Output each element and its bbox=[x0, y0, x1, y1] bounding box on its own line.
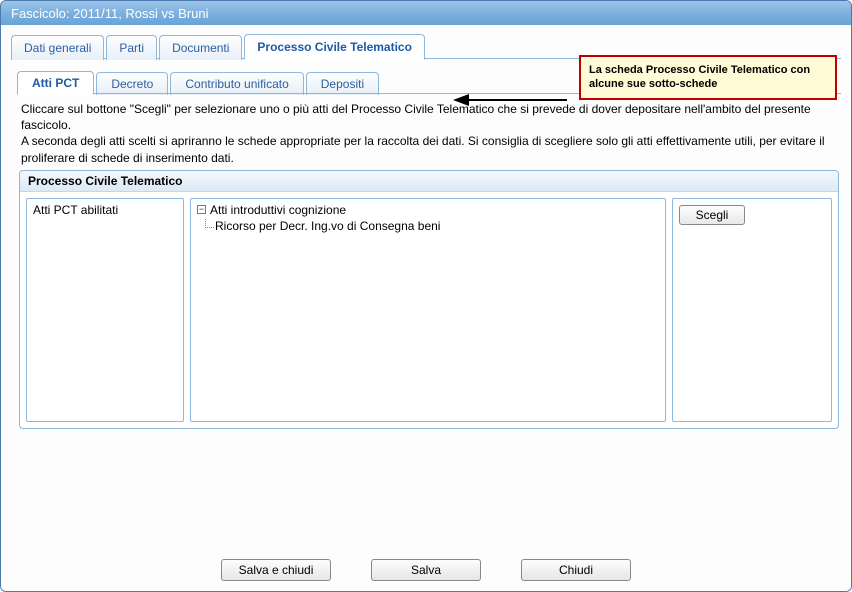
tree-root-node[interactable]: − Atti introduttivi cognizione bbox=[197, 203, 659, 217]
subtab-contributo-unificato[interactable]: Contributo unificato bbox=[170, 72, 303, 95]
tab-documenti[interactable]: Documenti bbox=[159, 35, 242, 60]
close-button[interactable]: Chiudi bbox=[521, 559, 631, 581]
window-title: Fascicolo: 2011/11, Rossi vs Bruni bbox=[11, 6, 209, 21]
tree-collapse-icon[interactable]: − bbox=[197, 205, 206, 214]
instructions: Cliccare sul bottone "Scegli" per selezi… bbox=[17, 95, 841, 170]
tree-child-node[interactable]: Ricorso per Decr. Ing.vo di Consegna ben… bbox=[215, 219, 659, 233]
subtab-atti-pct[interactable]: Atti PCT bbox=[17, 71, 94, 95]
tab-dati-generali[interactable]: Dati generali bbox=[11, 35, 104, 60]
tree-root-label: Atti introduttivi cognizione bbox=[210, 203, 346, 217]
choose-panel: Scegli bbox=[672, 198, 832, 422]
tab-processo-civile-telematico[interactable]: Processo Civile Telematico bbox=[244, 34, 425, 60]
callout-text: La scheda Processo Civile Telematico con… bbox=[589, 64, 810, 90]
instructions-line2: A seconda degli atti scelti si apriranno… bbox=[21, 133, 837, 165]
tab-parti[interactable]: Parti bbox=[106, 35, 157, 60]
enabled-atti-panel: Atti PCT abilitati bbox=[26, 198, 184, 422]
enabled-atti-label: Atti PCT abilitati bbox=[33, 203, 118, 217]
subtab-decreto[interactable]: Decreto bbox=[96, 72, 168, 95]
atti-tree[interactable]: − Atti introduttivi cognizione Ricorso p… bbox=[190, 198, 666, 422]
save-and-close-button[interactable]: Salva e chiudi bbox=[221, 559, 331, 581]
choose-button[interactable]: Scegli bbox=[679, 205, 745, 225]
subtab-depositi[interactable]: Depositi bbox=[306, 72, 379, 95]
group-title: Processo Civile Telematico bbox=[20, 171, 838, 192]
save-button[interactable]: Salva bbox=[371, 559, 481, 581]
titlebar: Fascicolo: 2011/11, Rossi vs Bruni bbox=[1, 1, 851, 25]
group-pct: Processo Civile Telematico Atti PCT abil… bbox=[19, 170, 839, 429]
tree-child-label: Ricorso per Decr. Ing.vo di Consegna ben… bbox=[215, 219, 440, 233]
instructions-line1: Cliccare sul bottone "Scegli" per selezi… bbox=[21, 101, 837, 133]
callout-note: La scheda Processo Civile Telematico con… bbox=[579, 55, 837, 100]
footer-buttons: Salva e chiudi Salva Chiudi bbox=[11, 545, 841, 591]
main-window: Fascicolo: 2011/11, Rossi vs Bruni La sc… bbox=[0, 0, 852, 592]
